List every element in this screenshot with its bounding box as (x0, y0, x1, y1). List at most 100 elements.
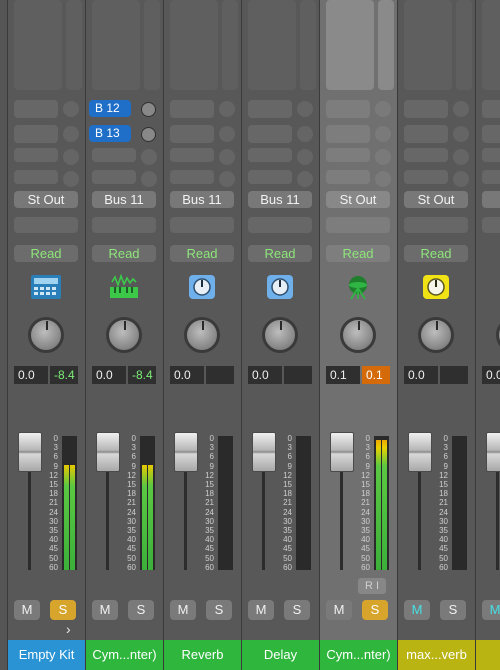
channel-strip[interactable]: St Out Read 0.0 -8.4 0 3 6 9 12 15 18 21 24 30 35 40 45 5… (7, 0, 85, 670)
insert-area[interactable] (14, 0, 62, 90)
mute-button[interactable]: M (170, 600, 196, 620)
channel-strip[interactable]: B 12 B 13 Bus 11 Read 0.0 -8.4 0 3 6 9 12 15 18 21 24 3… (85, 0, 163, 670)
pan-knob[interactable] (106, 317, 142, 353)
group-slot[interactable] (92, 217, 156, 233)
peak-display[interactable]: -8.4 (128, 366, 156, 384)
volume-fader[interactable] (408, 432, 432, 472)
send-level-knob[interactable] (297, 149, 313, 165)
output-button[interactable]: St Out (404, 191, 468, 208)
expand-chevron-icon[interactable]: › (66, 621, 71, 637)
automation-mode-button[interactable]: Read (404, 245, 468, 262)
group-slot[interactable] (482, 217, 500, 233)
volume-fader[interactable] (174, 432, 198, 472)
send-slot[interactable] (170, 170, 214, 184)
solo-button[interactable]: S (206, 600, 232, 620)
pan-knob[interactable] (262, 317, 298, 353)
group-slot[interactable] (248, 217, 312, 233)
group-slot[interactable] (170, 217, 234, 233)
send-level-knob[interactable] (297, 171, 313, 187)
output-button[interactable]: Bus 11 (170, 191, 234, 208)
solo-button[interactable]: S (128, 600, 154, 620)
send-level-knob[interactable] (375, 126, 391, 142)
channel-name[interactable]: Cym...nter) (86, 640, 163, 670)
insert-area[interactable] (482, 0, 500, 90)
insert-area-right[interactable] (144, 0, 160, 90)
insert-area[interactable] (248, 0, 296, 90)
automation-mode-button[interactable]: Read (170, 245, 234, 262)
volume-fader[interactable] (252, 432, 276, 472)
keyboard-waveform-icon[interactable] (108, 273, 140, 300)
send-level-knob[interactable] (375, 101, 391, 117)
volume-display[interactable]: 0.0 (170, 366, 204, 384)
mute-button[interactable]: M (326, 600, 352, 620)
send-level-knob[interactable] (141, 149, 157, 165)
send-level-knob[interactable] (141, 171, 157, 187)
output-button[interactable]: St Out (14, 191, 78, 208)
volume-fader[interactable] (96, 432, 120, 472)
group-slot[interactable] (14, 217, 78, 233)
insert-area[interactable] (170, 0, 218, 90)
send-slot[interactable] (404, 148, 448, 162)
send-slot[interactable] (170, 148, 214, 162)
volume-display[interactable]: 0.0 (14, 366, 48, 384)
channel-name[interactable]: Cym...nter) (320, 640, 397, 670)
send-slot[interactable] (92, 170, 136, 184)
channel-name[interactable]: Delay (242, 640, 319, 670)
solo-button[interactable]: S (50, 600, 76, 620)
channel-name[interactable]: Reverb (164, 640, 241, 670)
send-slot[interactable]: B 13 (89, 125, 131, 142)
send-level-knob[interactable] (453, 149, 469, 165)
peak-display[interactable] (284, 366, 312, 384)
volume-display[interactable]: 0.0 (482, 366, 500, 384)
send-slot[interactable]: B 12 (89, 100, 131, 117)
send-slot[interactable] (248, 125, 292, 143)
insert-area[interactable] (92, 0, 140, 90)
send-slot[interactable] (482, 125, 500, 143)
automation-mode-button[interactable]: Read (248, 245, 312, 262)
insert-area-right[interactable] (456, 0, 472, 90)
send-level-knob[interactable] (453, 101, 469, 117)
channel-strip[interactable]: Bus 11 Read 0.0 0 3 6 9 12 15 18 21 24 30 35 40 45 50 60 M… (163, 0, 241, 670)
send-level-knob[interactable] (219, 171, 235, 187)
send-slot[interactable] (14, 100, 58, 118)
mute-button[interactable]: M (404, 600, 430, 620)
send-slot[interactable] (326, 100, 370, 118)
send-slot[interactable] (482, 170, 500, 184)
channel-strip[interactable]: Bus 11 Read 0.0 0 3 6 9 12 15 18 21 24 30 35 40 45 50 60 M… (241, 0, 319, 670)
aux-knob-icon[interactable] (186, 274, 218, 300)
send-level-knob[interactable] (375, 171, 391, 187)
mute-button[interactable]: M (92, 600, 118, 620)
send-level-knob[interactable] (453, 171, 469, 187)
mute-button[interactable]: M (482, 600, 500, 620)
insert-area[interactable] (404, 0, 452, 90)
automation-mode-button[interactable]: Read (326, 245, 390, 262)
pan-knob[interactable] (28, 317, 64, 353)
send-slot[interactable] (170, 125, 214, 143)
solo-button[interactable]: S (362, 600, 388, 620)
send-slot[interactable] (170, 100, 214, 118)
channel-name[interactable]: max...verb (398, 640, 475, 670)
insert-area[interactable] (326, 0, 374, 90)
send-level-knob[interactable] (297, 101, 313, 117)
drum-cymbal-icon[interactable] (342, 274, 374, 300)
send-level-knob[interactable] (63, 149, 79, 165)
send-slot[interactable] (326, 125, 370, 143)
send-slot[interactable] (248, 170, 292, 184)
output-button[interactable]: Bus 11 (92, 191, 156, 208)
send-slot[interactable] (92, 148, 136, 162)
send-slot[interactable] (404, 125, 448, 143)
send-level-knob[interactable] (141, 127, 156, 142)
send-level-knob[interactable] (219, 126, 235, 142)
peak-display[interactable]: -8.4 (50, 366, 78, 384)
pan-knob[interactable] (496, 317, 500, 353)
volume-display[interactable]: 0.0 (92, 366, 126, 384)
pan-knob[interactable] (340, 317, 376, 353)
channel-name[interactable]: Empty Kit (8, 640, 85, 670)
volume-fader[interactable] (330, 432, 354, 472)
send-slot[interactable] (482, 148, 500, 162)
pan-knob[interactable] (418, 317, 454, 353)
aux-knob-yellow-icon[interactable] (420, 274, 452, 300)
send-slot[interactable] (404, 170, 448, 184)
automation-mode-button[interactable]: Read (14, 245, 78, 262)
send-slot[interactable] (404, 100, 448, 118)
